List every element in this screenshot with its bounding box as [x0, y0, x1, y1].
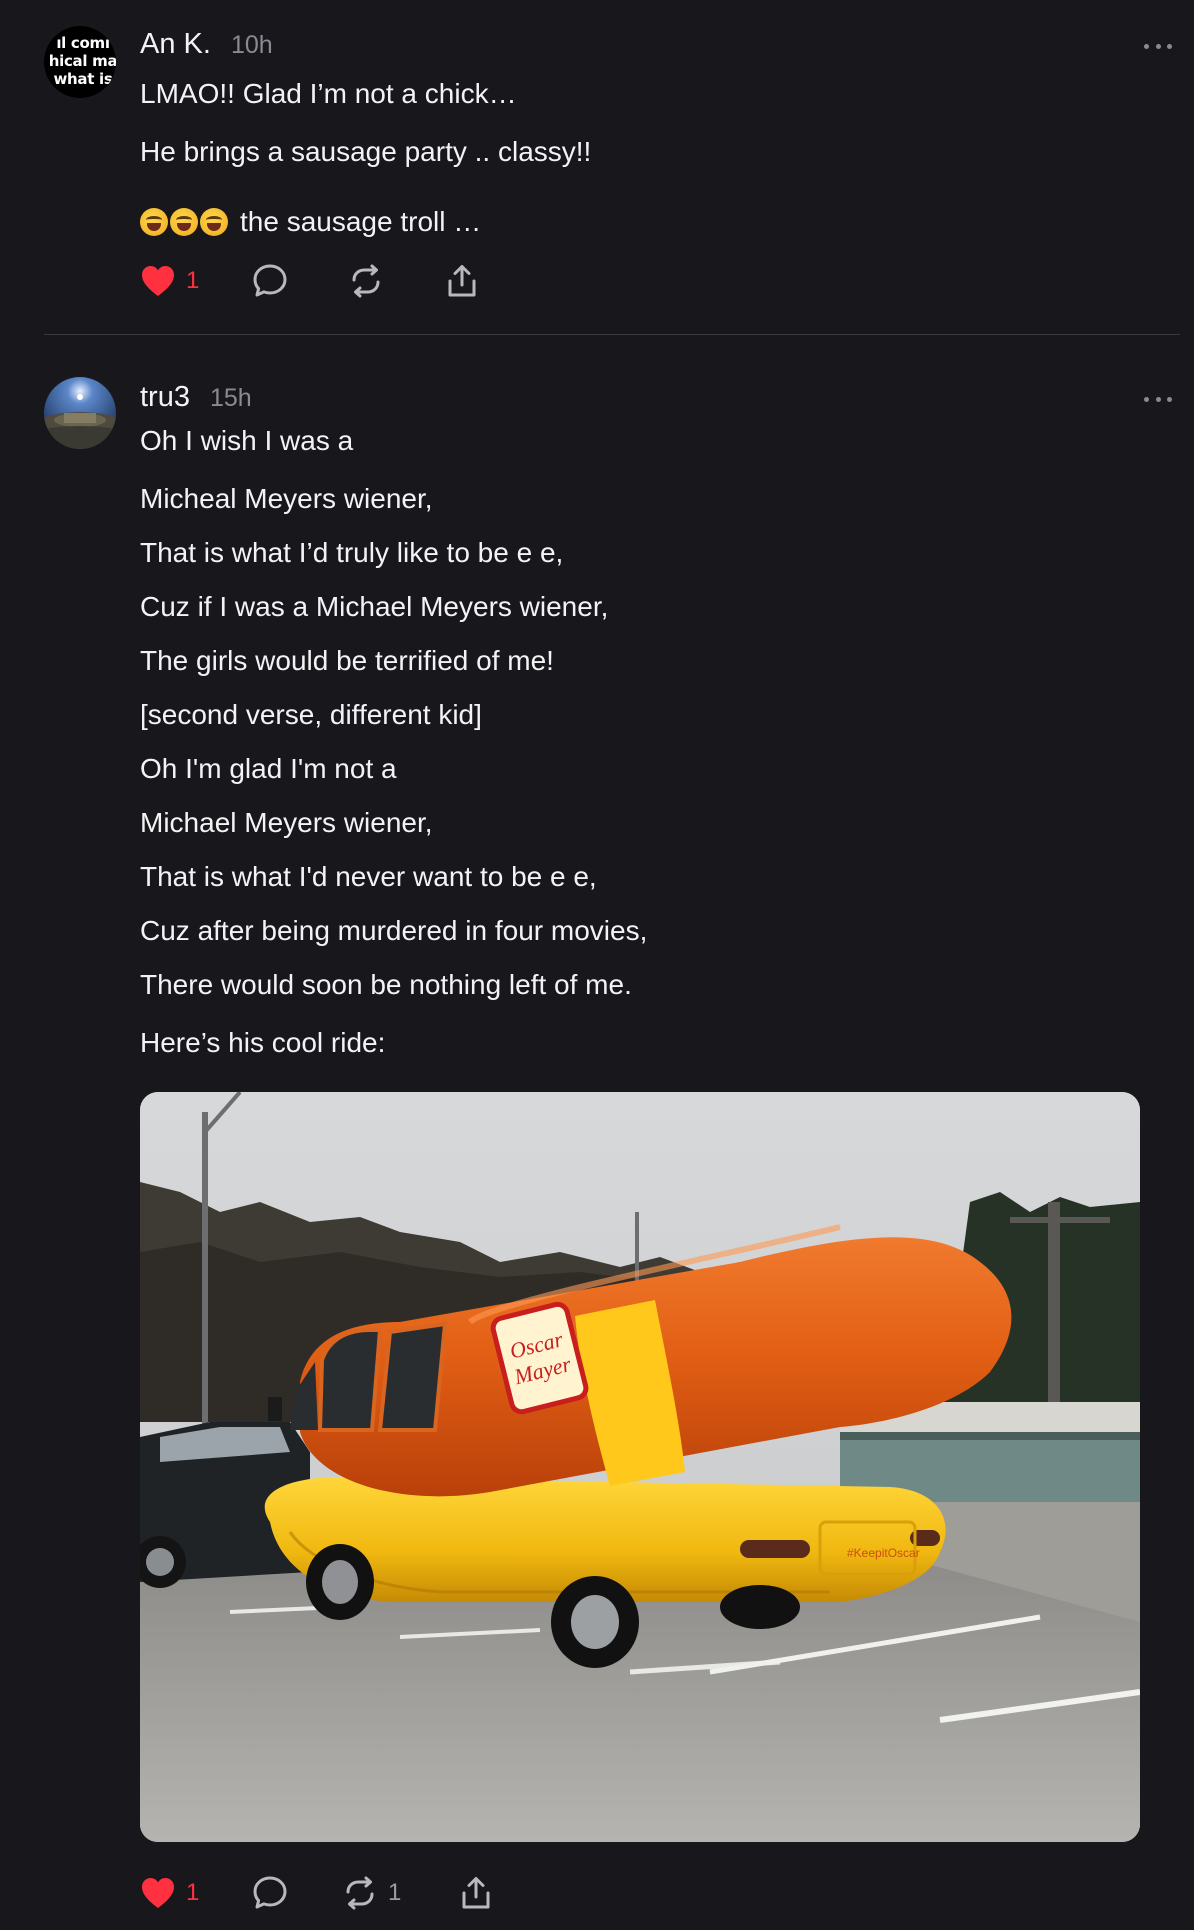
- more-icon[interactable]: [1144, 42, 1172, 50]
- wienermobile-photo: #KeepitOscar Oscar Mayer: [140, 1092, 1140, 1842]
- timestamp: 15h: [209, 384, 252, 412]
- post-line: Cuz after being murdered in four movies,: [140, 915, 648, 946]
- post-line: The girls would be terrified of me!: [140, 645, 554, 676]
- avatar-image-text: ıl comı hical ma what is: [44, 34, 116, 88]
- share-icon: [462, 1877, 490, 1909]
- post-line: There would soon be nothing left of me.: [140, 969, 632, 1000]
- post-line: Michael Meyers wiener,: [140, 807, 433, 838]
- rolling-laughing-emoji-icon: [140, 208, 230, 236]
- avatar-text-line: ıl comı: [56, 34, 110, 52]
- post-line: That is what I'd never want to be e e,: [140, 861, 597, 892]
- post-line: the sausage troll …: [140, 193, 591, 251]
- timestamp: 10h: [230, 31, 273, 59]
- action-bar: 1 1: [140, 1874, 498, 1912]
- post-line: Oh I wish I was a: [140, 425, 354, 456]
- share-button[interactable]: [458, 1874, 498, 1912]
- username[interactable]: An K.: [140, 28, 211, 61]
- repost-button[interactable]: 1: [342, 1874, 458, 1912]
- post-line: Oh I'm glad I'm not a: [140, 753, 397, 784]
- username[interactable]: tru3: [140, 381, 190, 414]
- more-icon[interactable]: [1144, 395, 1172, 403]
- like-count: 1: [186, 267, 200, 294]
- post: tru3 15h Oh I wish I was a Micheal Meyer…: [0, 336, 1194, 1930]
- like-count: 1: [186, 1879, 200, 1906]
- heart-icon: [142, 1878, 174, 1908]
- repost-button[interactable]: [348, 262, 444, 300]
- post: ıl comı hical ma what is An K. 10h LMAO!…: [0, 0, 1194, 336]
- plate-text: #KeepitOscar: [847, 1546, 920, 1560]
- post-text: LMAO!! Glad I’m not a chick… He brings a…: [140, 77, 591, 251]
- post-line: Micheal Meyers wiener,: [140, 483, 433, 514]
- post-image[interactable]: #KeepitOscar Oscar Mayer: [140, 1092, 1140, 1842]
- like-button[interactable]: 1: [140, 262, 252, 300]
- avatar-photo: [44, 377, 116, 449]
- post-header: An K. 10h: [140, 28, 273, 61]
- comment-button[interactable]: [252, 1874, 342, 1912]
- post-line: He brings a sausage party .. classy!!: [140, 136, 592, 167]
- post-header: tru3 15h: [140, 381, 252, 414]
- avatar-text-line: what is: [53, 70, 113, 88]
- action-bar: 1: [140, 262, 484, 300]
- post-line: [second verse, different kid]: [140, 699, 482, 730]
- avatar[interactable]: [44, 377, 116, 449]
- heart-icon: [142, 266, 174, 296]
- comment-icon: [253, 264, 287, 297]
- divider: [44, 334, 1180, 335]
- repost-count: 1: [388, 1879, 402, 1906]
- post-line: LMAO!! Glad I’m not a chick…: [140, 78, 517, 109]
- like-button[interactable]: 1: [140, 1874, 252, 1912]
- repost-icon: [352, 264, 380, 298]
- share-button[interactable]: [444, 262, 484, 300]
- post-text: Oh I wish I was a Micheal Meyers wiener,…: [140, 424, 647, 1080]
- avatar[interactable]: ıl comı hical ma what is: [44, 26, 116, 98]
- repost-icon: [346, 1876, 374, 1910]
- comment-icon: [253, 1876, 287, 1909]
- comment-button[interactable]: [252, 262, 348, 300]
- avatar-text-line: hical ma: [48, 52, 116, 70]
- post-line: Cuz if I was a Michael Meyers wiener,: [140, 591, 609, 622]
- post-line: Here’s his cool ride:: [140, 1027, 386, 1058]
- post-line: That is what I’d truly like to be e e,: [140, 537, 564, 568]
- post-line-text: the sausage troll …: [240, 206, 482, 237]
- share-icon: [448, 265, 476, 297]
